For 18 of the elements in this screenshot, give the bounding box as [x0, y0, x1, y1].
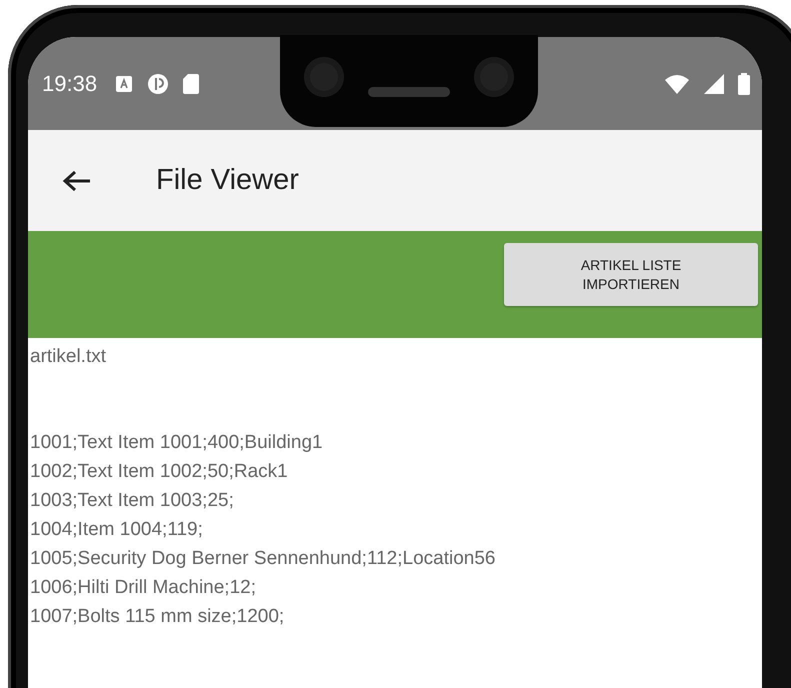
notification-icon — [147, 72, 170, 94]
notification-icon — [115, 74, 134, 92]
file-line: 1001;Text Item 1001;400;Building1 — [30, 431, 324, 455]
file-line: 1004;Item 1004;119; — [30, 518, 204, 542]
file-line: 1003;Text Item 1003;25; — [30, 489, 235, 513]
battery-icon — [738, 72, 750, 94]
status-time: 19:38 — [42, 70, 98, 96]
file-line: 1007;Bolts 115 mm size;1200; — [30, 605, 286, 629]
signal-icon — [704, 74, 724, 94]
file-line: 1006;Hilti Drill Machine;12; — [30, 576, 257, 600]
wifi-icon — [664, 74, 690, 94]
file-line: 1005;Security Dog Berner Sennenhund;112;Location56 — [30, 547, 496, 571]
file-line: 1002;Text Item 1002;50;Rack1 — [30, 460, 289, 484]
file-name: artikel.txt — [30, 346, 108, 368]
import-button[interactable]: ARTIKEL LISTE IMPORTIEREN — [504, 243, 758, 306]
app-title: File Viewer — [156, 164, 299, 197]
sd-card-icon — [183, 74, 200, 94]
back-arrow-icon[interactable] — [62, 168, 92, 192]
